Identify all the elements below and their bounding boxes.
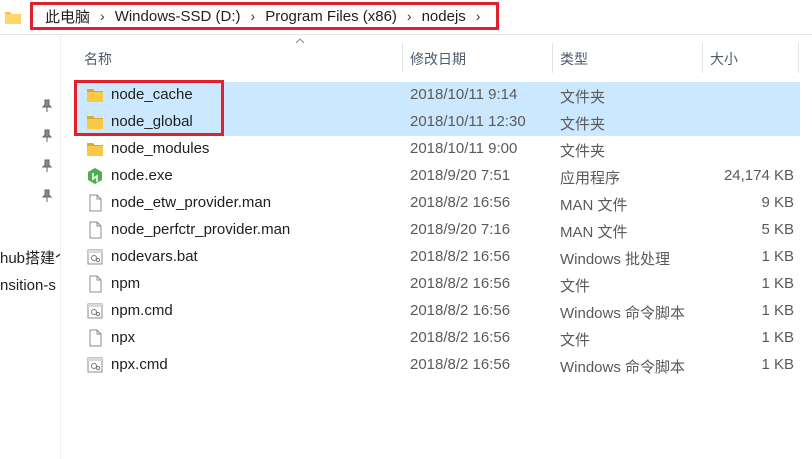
file-size: 5 KB <box>761 221 794 238</box>
file-type: MAN 文件 <box>560 197 628 214</box>
column-divider[interactable] <box>402 43 403 73</box>
file-type: Windows 命令脚本 <box>560 359 686 376</box>
column-divider[interactable] <box>798 43 799 73</box>
file-row[interactable]: node_perfctr_provider.man 2018/9/20 7:16 M… <box>76 217 800 244</box>
file-size: 24,174 KB <box>723 167 794 184</box>
file-row[interactable]: npm 2018/8/2 16:56 文件 1 KB <box>76 271 800 298</box>
chevron-right-icon[interactable]: › <box>92 8 113 24</box>
file-name: node_global <box>111 113 193 130</box>
script-file-icon <box>86 302 104 320</box>
nav-item-label[interactable]: nsition-s <box>0 277 60 294</box>
file-size: 1 KB <box>761 248 794 265</box>
file-size: 1 KB <box>761 275 794 292</box>
file-date: 2018/8/2 16:56 <box>410 194 511 211</box>
file-date: 2018/8/2 16:56 <box>410 329 511 346</box>
pin-icon[interactable] <box>41 99 53 113</box>
chevron-right-icon[interactable]: › <box>243 8 264 24</box>
breadcrumb-this-pc[interactable]: 此电脑 <box>43 6 92 27</box>
column-date[interactable]: 修改日期 <box>410 49 466 69</box>
file-type: Windows 批处理 <box>560 251 671 268</box>
file-date: 2018/8/2 16:56 <box>410 302 511 319</box>
file-date: 2018/8/2 16:56 <box>410 248 511 265</box>
folder-icon <box>5 12 21 24</box>
folder-icon <box>86 86 104 104</box>
file-type: Windows 命令脚本 <box>560 305 686 322</box>
chevron-right-icon[interactable]: › <box>468 8 489 24</box>
column-name[interactable]: 名称 <box>84 49 112 69</box>
file-type: 文件夹 <box>560 143 606 160</box>
file-size: 1 KB <box>761 302 794 319</box>
file-name: npx.cmd <box>111 356 168 373</box>
file-name: node_perfctr_provider.man <box>111 221 291 238</box>
folder-icon <box>86 113 104 131</box>
nodejs-app-icon <box>86 167 104 185</box>
address-bar[interactable]: 此电脑 › Windows-SSD (D:) › Program Files (… <box>0 0 812 35</box>
column-divider[interactable] <box>702 43 703 73</box>
sort-ascending-icon <box>295 38 305 44</box>
file-date: 2018/8/2 16:56 <box>410 275 511 292</box>
file-type: 文件 <box>560 332 591 349</box>
file-type: 文件夹 <box>560 116 606 133</box>
breadcrumb-nodejs[interactable]: nodejs <box>420 8 468 25</box>
pin-icon[interactable] <box>41 129 53 143</box>
file-name: node_modules <box>111 140 210 157</box>
file-icon <box>86 275 104 293</box>
file-row[interactable]: node_modules 2018/10/11 9:00 文件夹 <box>76 136 800 163</box>
file-type: MAN 文件 <box>560 224 628 241</box>
file-row[interactable]: node.exe 2018/9/20 7:51 应用程序 24,174 KB <box>76 163 800 190</box>
chevron-right-icon[interactable]: › <box>399 8 420 24</box>
file-name: npx <box>111 329 136 346</box>
folder-icon <box>86 140 104 158</box>
breadcrumb: 此电脑 › Windows-SSD (D:) › Program Files (… <box>30 2 500 30</box>
file-type: 文件 <box>560 278 591 295</box>
file-row[interactable]: node_cache 2018/10/11 9:14 文件夹 <box>76 82 800 109</box>
file-date: 2018/9/20 7:16 <box>410 221 511 238</box>
file-list: node_cache 2018/10/11 9:14 文件夹 node_global 2… <box>76 82 800 379</box>
pin-icon[interactable] <box>41 159 53 173</box>
nav-item-label[interactable]: hub搭建个 <box>0 247 60 268</box>
navigation-pane: hub搭建个 nsition-s <box>0 35 61 459</box>
breadcrumb-drive[interactable]: Windows-SSD (D:) <box>113 8 243 25</box>
file-size: 9 KB <box>761 194 794 211</box>
script-file-icon <box>86 356 104 374</box>
file-row[interactable]: npm.cmd 2018/8/2 16:56 Windows 命令脚本 1 KB <box>76 298 800 325</box>
file-date: 2018/10/11 9:14 <box>410 86 518 103</box>
file-date: 2018/9/20 7:51 <box>410 167 511 184</box>
column-divider[interactable] <box>552 43 553 73</box>
file-icon <box>86 194 104 212</box>
column-size[interactable]: 大小 <box>710 49 738 69</box>
file-name: nodevars.bat <box>111 248 198 265</box>
file-row[interactable]: npx.cmd 2018/8/2 16:56 Windows 命令脚本 1 KB <box>76 352 800 379</box>
script-file-icon <box>86 248 104 266</box>
pin-icon[interactable] <box>41 189 53 203</box>
file-size: 1 KB <box>761 329 794 346</box>
file-date: 2018/8/2 16:56 <box>410 356 511 373</box>
file-date: 2018/10/11 9:00 <box>410 140 518 157</box>
file-row[interactable]: node_global 2018/10/11 12:30 文件夹 <box>76 109 800 136</box>
file-date: 2018/10/11 12:30 <box>410 113 526 130</box>
file-name: node_etw_provider.man <box>111 194 272 211</box>
file-type: 应用程序 <box>560 170 621 187</box>
file-row[interactable]: npx 2018/8/2 16:56 文件 1 KB <box>76 325 800 352</box>
file-icon <box>86 329 104 347</box>
file-name: npm <box>111 275 141 292</box>
file-type: 文件夹 <box>560 89 606 106</box>
file-row[interactable]: node_etw_provider.man 2018/8/2 16:56 MAN 文… <box>76 190 800 217</box>
column-type[interactable]: 类型 <box>560 49 588 69</box>
file-name: node.exe <box>111 167 173 184</box>
file-size: 1 KB <box>761 356 794 373</box>
file-name: node_cache <box>111 86 193 103</box>
file-icon <box>86 221 104 239</box>
file-name: npm.cmd <box>111 302 173 319</box>
file-row[interactable]: nodevars.bat 2018/8/2 16:56 Windows 批处理 1 K… <box>76 244 800 271</box>
breadcrumb-program-files[interactable]: Program Files (x86) <box>263 8 399 25</box>
column-header: 名称 修改日期 类型 大小 <box>62 35 812 75</box>
